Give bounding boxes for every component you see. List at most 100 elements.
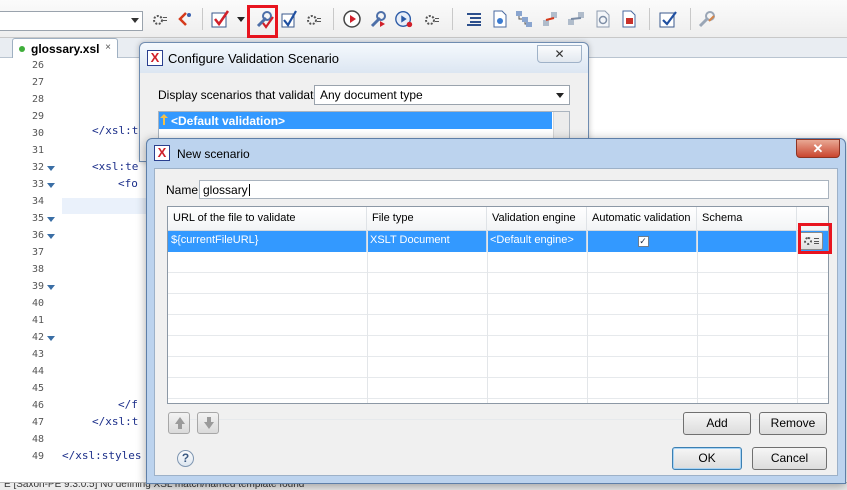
line-number: 36 [31, 230, 44, 241]
configure-transform-icon[interactable] [368, 9, 388, 29]
close-tab-icon[interactable]: × [105, 42, 111, 53]
document-icon[interactable] [490, 9, 510, 29]
validate-check-icon[interactable] [210, 9, 230, 29]
debug-play-icon[interactable] [394, 9, 414, 29]
cell-validation-engine[interactable]: <Default engine> [487, 231, 587, 252]
code-line-30: </xsl:t [92, 124, 139, 137]
add-button[interactable]: Add [683, 412, 751, 435]
automatic-validation-checkbox[interactable]: ✓ [637, 236, 649, 247]
code-line-47: </xsl:t [92, 415, 139, 428]
column-header-validation-engine[interactable]: Validation engine [487, 207, 587, 231]
line-number: 30 [31, 128, 44, 139]
dialog-body: Name glossary URL of the file to validat… [154, 168, 838, 476]
table-row[interactable] [168, 378, 828, 399]
line-number: 28 [31, 94, 44, 105]
tab-label: glossary.xsl [31, 42, 100, 56]
line-number: 48 [31, 434, 44, 445]
name-value: glossary [203, 183, 248, 197]
text-caret [248, 184, 250, 196]
column-header-schema[interactable]: Schema [697, 207, 797, 231]
code-line-33: <fo [118, 177, 138, 190]
code-line-49: </xsl:styles [62, 449, 142, 462]
remove-button[interactable]: Remove [759, 412, 827, 435]
help-icon[interactable]: ? [177, 450, 194, 467]
close-button[interactable]: ✕ [796, 139, 840, 158]
validate-all-icon[interactable] [280, 9, 300, 29]
refresh-doc-icon[interactable] [593, 9, 613, 29]
cell-file-type[interactable]: XSLT Document [367, 231, 487, 252]
arrow-up-stem [178, 424, 182, 429]
line-number: 31 [31, 145, 44, 156]
ok-button[interactable]: OK [672, 447, 742, 470]
tab-glossary-xsl[interactable]: glossary.xsl × [12, 38, 118, 59]
fold-toggle-icon[interactable] [47, 285, 55, 290]
filter-label: Display scenarios that validate: [158, 88, 324, 102]
table-header: URL of the file to validate File type Va… [168, 207, 828, 231]
table-row[interactable] [168, 315, 828, 336]
line-number: 27 [31, 77, 44, 88]
table-row[interactable]: ${currentFileURL} XSLT Document <Default… [168, 231, 828, 252]
column-header-automatic-validation[interactable]: Automatic validation [587, 207, 697, 231]
list-item[interactable]: <Default validation> [159, 112, 552, 129]
transform-scenario-combo[interactable] [0, 11, 143, 31]
run-transform-icon[interactable] [342, 9, 362, 29]
line-number: 34 [31, 196, 44, 207]
line-number: 42 [31, 332, 44, 343]
fold-toggle-icon[interactable] [47, 217, 55, 222]
app-logo-icon: X [147, 50, 163, 66]
fold-toggle-icon[interactable] [47, 234, 55, 239]
fold-toggle-icon[interactable] [47, 183, 55, 188]
table-row[interactable] [168, 357, 828, 378]
line-number: 33 [31, 179, 44, 190]
table-row[interactable] [168, 294, 828, 315]
line-number: 47 [31, 417, 44, 428]
line-number: 41 [31, 315, 44, 326]
indent-icon[interactable] [464, 9, 484, 29]
table-row[interactable] [168, 252, 828, 273]
move-up-button[interactable] [168, 412, 190, 434]
move-down-button[interactable] [197, 412, 219, 434]
table-row[interactable] [168, 273, 828, 294]
highlight-frame [247, 5, 278, 38]
app-logo-icon: X [154, 145, 170, 161]
gear-settings-icon[interactable] [150, 9, 170, 29]
table-row[interactable] [168, 336, 828, 357]
select-value: Any document type [320, 88, 423, 102]
column-divider [797, 231, 798, 403]
default-scenario-icon [160, 114, 168, 125]
line-number: 29 [31, 111, 44, 122]
print-doc-icon[interactable] [619, 9, 639, 29]
column-header-url[interactable]: URL of the file to validate [168, 207, 367, 231]
document-type-select[interactable]: Any document type [314, 85, 570, 105]
dialog-titlebar: X Configure Validation Scenario ✕ [140, 43, 588, 73]
sign-check-icon[interactable] [658, 9, 678, 29]
close-button[interactable]: ✕ [537, 45, 582, 63]
column-divider [487, 231, 488, 403]
chevron-down-icon [556, 93, 564, 98]
gear-icon[interactable] [304, 9, 324, 29]
line-number: 35 [31, 213, 44, 224]
name-field[interactable]: glossary [199, 180, 829, 199]
diff-icon[interactable] [566, 9, 586, 29]
new-scenario-dialog: X New scenario ✕ Name glossary URL of th… [146, 138, 846, 484]
line-number: 26 [31, 60, 44, 71]
xpath-icon[interactable] [540, 9, 560, 29]
line-number: 39 [31, 281, 44, 292]
tools-icon[interactable] [697, 9, 717, 29]
xml-tree-icon[interactable] [514, 9, 534, 29]
code-line-32: <xsl:te [92, 160, 139, 173]
column-header-file-type[interactable]: File type [367, 207, 487, 231]
cell-url[interactable]: ${currentFileURL} [168, 231, 367, 252]
modified-dot-icon [19, 46, 25, 52]
arrow-back-icon[interactable] [175, 9, 195, 29]
cancel-button[interactable]: Cancel [752, 447, 827, 470]
fold-toggle-icon[interactable] [47, 336, 55, 341]
line-number: 37 [31, 247, 44, 258]
current-line-highlight [62, 198, 152, 214]
validate-dropdown-icon[interactable] [236, 9, 246, 29]
column-divider [697, 231, 698, 403]
cell-schema[interactable] [697, 231, 797, 252]
arrow-up-icon [175, 417, 185, 424]
fold-toggle-icon[interactable] [47, 166, 55, 171]
gear-icon[interactable] [422, 9, 442, 29]
